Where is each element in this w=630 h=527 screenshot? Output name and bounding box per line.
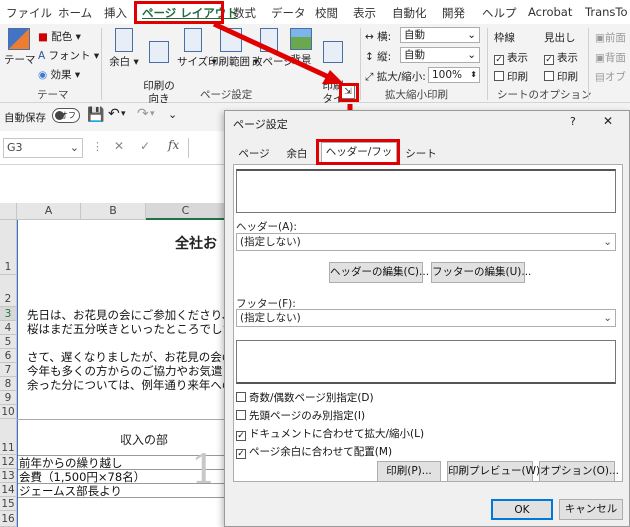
ok-button[interactable]: OK [491,499,553,520]
header-select[interactable]: (指定しない) ⌄ [236,233,616,251]
dialog-tab-sheet[interactable]: シート [401,145,441,165]
header-label: ヘッダー(A): [236,221,297,233]
edit-header-button[interactable]: ヘッダーの編集(C)... [329,262,429,283]
help-icon[interactable]: ? [570,115,576,128]
edit-footer-button[interactable]: フッターの編集(U)... [431,262,531,283]
print-preview-button[interactable]: 印刷プレビュー(W) [447,461,540,482]
odd-even-checkbox[interactable]: 奇数/偶数ページ別指定(D) [236,390,374,405]
chevron-down-icon: ⌄ [603,312,612,324]
dialog-tab-margins[interactable]: 余白 [277,145,317,165]
scale-with-document-checkbox[interactable]: ✓ ドキュメントに合わせて拡大/縮小(L) [236,426,424,441]
print-button[interactable]: 印刷(P)... [377,461,441,482]
checkbox-icon: ✓ [236,449,246,459]
highlight-header-footer-tab [316,139,400,165]
checkbox-icon [236,392,246,402]
footer-preview [236,340,616,384]
chevron-down-icon: ⌄ [603,236,612,248]
dialog-tab-page[interactable]: ページ [235,145,273,165]
page-setup-dialog: ページ設定 ? ✕ ページ 余白 ヘッダー/フッター シート ヘッダー(A): … [224,110,630,527]
close-icon[interactable]: ✕ [603,114,613,128]
checkbox-icon [236,410,246,420]
header-preview [236,169,616,213]
first-page-checkbox[interactable]: 先頭ページのみ別指定(I) [236,408,365,423]
checkbox-icon: ✓ [236,431,246,441]
options-button[interactable]: オプション(O)... [539,461,619,482]
footer-select[interactable]: (指定しない) ⌄ [236,309,616,327]
align-margins-checkbox[interactable]: ✓ ページ余白に合わせて配置(M) [236,444,392,459]
arrow-tab-to-launcher [212,21,335,82]
dialog-title: ページ設定 [233,118,288,131]
cancel-button[interactable]: キャンセル [559,499,623,520]
